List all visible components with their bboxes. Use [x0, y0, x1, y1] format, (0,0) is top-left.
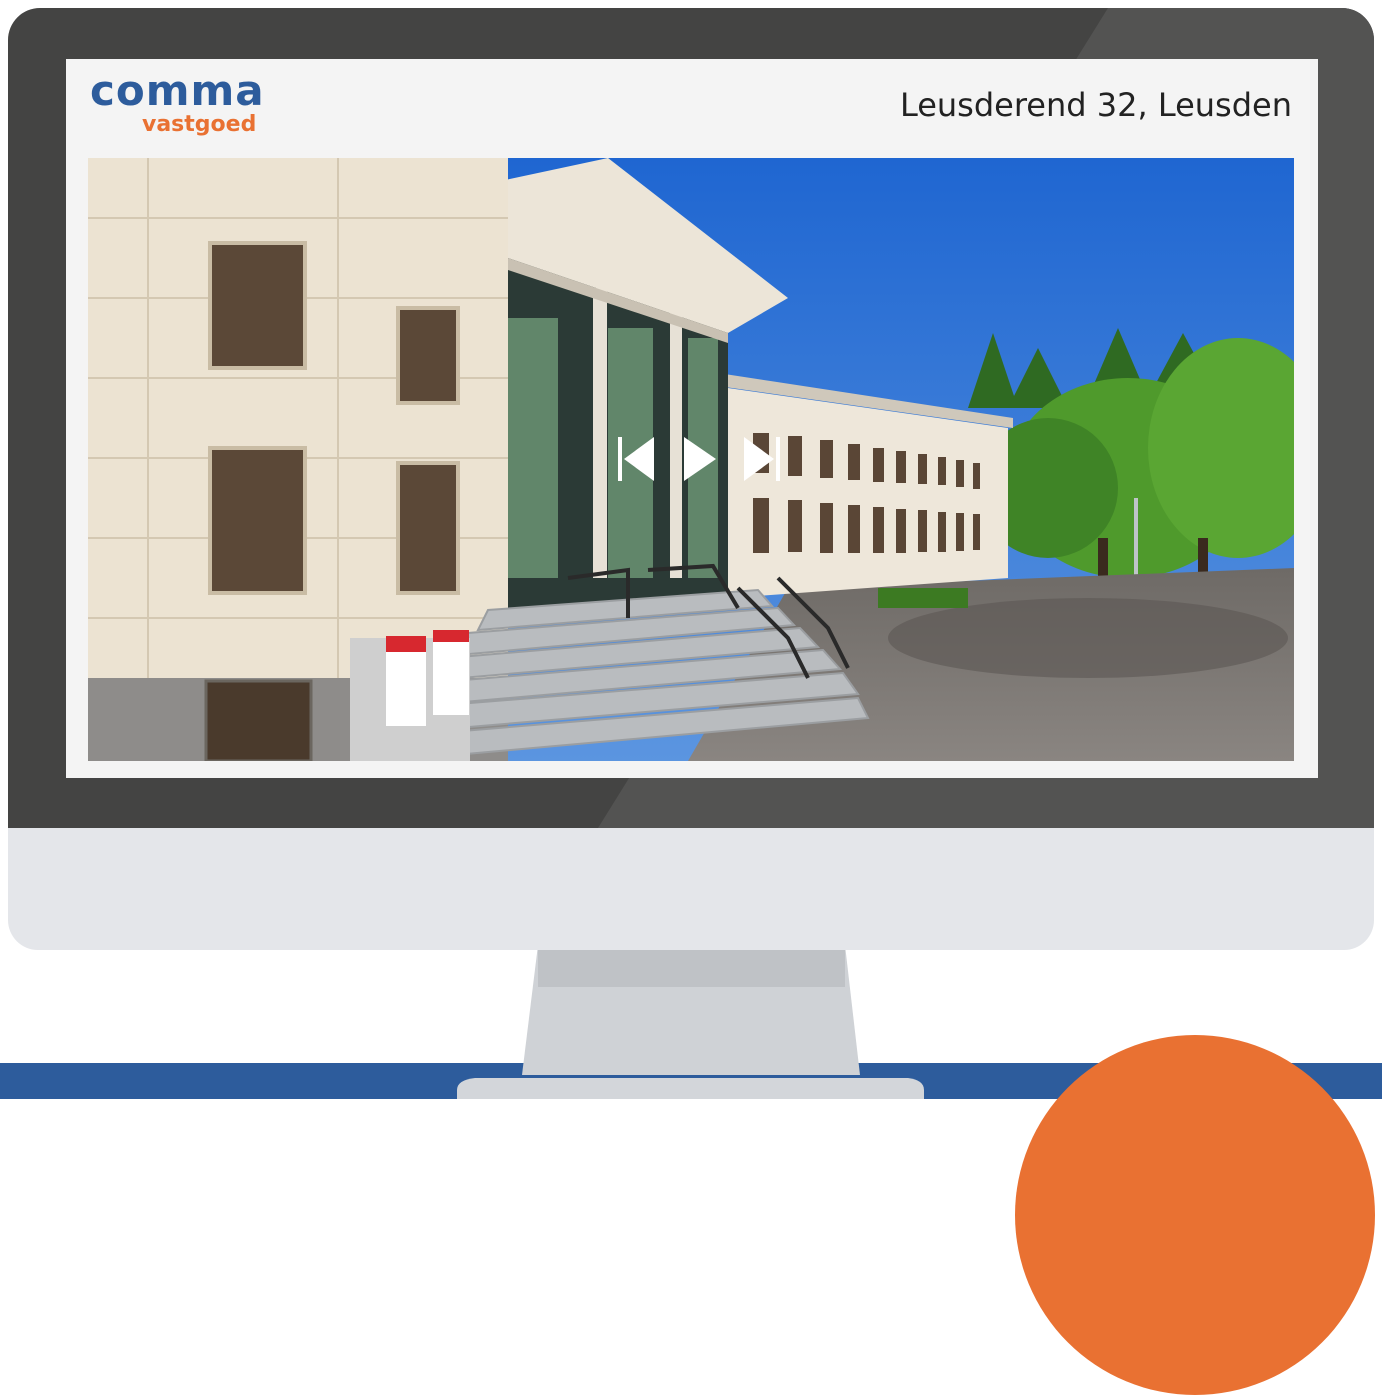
next-button[interactable]: [740, 433, 784, 485]
logo-wordmark-vastgoed: vastgoed: [142, 112, 257, 137]
logo-wordmark-comma: comma: [90, 66, 265, 115]
play-icon: [684, 437, 716, 481]
play-button[interactable]: [680, 433, 720, 485]
skip-previous-icon: [618, 437, 654, 481]
comma-vastgoed-logo[interactable]: comma vastgoed: [90, 66, 280, 142]
previous-button[interactable]: [614, 433, 658, 485]
property-address: Leusderend 32, Leusden: [899, 86, 1292, 124]
skip-next-icon: [744, 437, 780, 481]
orange-circle-decoration: [1015, 1035, 1375, 1395]
slideshow-controls: [614, 433, 784, 485]
